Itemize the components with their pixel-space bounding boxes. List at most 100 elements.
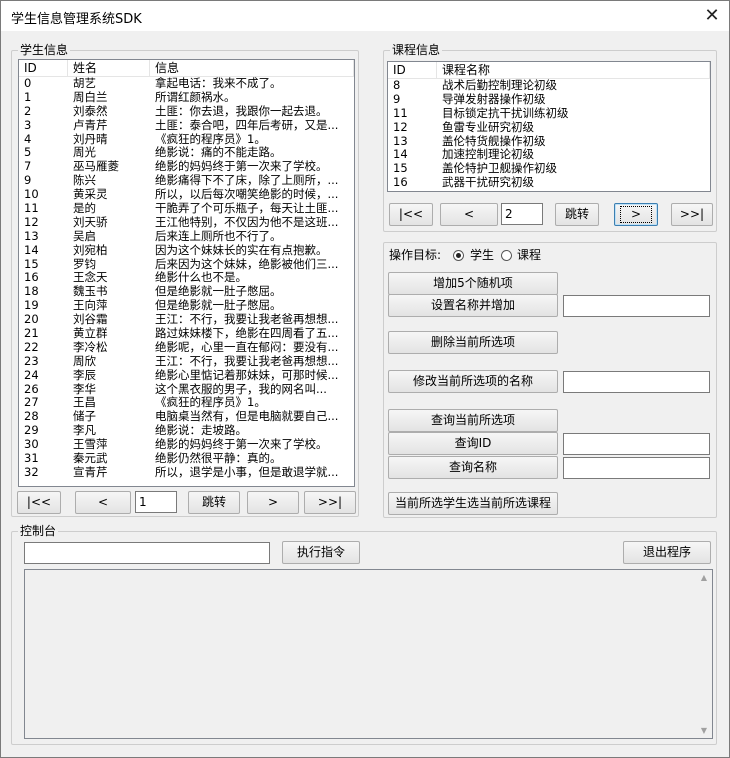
course-row[interactable]: 15 盖伦特护卫舰操作初级 xyxy=(388,162,710,176)
add-random-button[interactable]: 增加5个随机项 xyxy=(388,272,558,295)
query-name-input[interactable] xyxy=(563,457,710,479)
student-row[interactable]: 20 刘谷霜 王江：不行，我要让我老爸再想想... xyxy=(19,313,354,327)
scroll-up-icon[interactable]: ▲ xyxy=(699,573,709,582)
name-input[interactable] xyxy=(563,295,710,317)
course-page-input[interactable]: 2 xyxy=(501,203,543,225)
course-row[interactable]: 8 战术后勤控制理论初级 xyxy=(388,79,710,93)
course-row[interactable]: 13 盖伦特货舰操作初级 xyxy=(388,135,710,149)
student-jump-button[interactable]: 跳转 xyxy=(188,491,240,514)
student-row[interactable]: 10 黄采灵 所以，以后每次嘲笑绝影的时候，... xyxy=(19,188,354,202)
console-output[interactable]: ▲ ▼ xyxy=(24,569,713,739)
student-prev-button[interactable]: < xyxy=(75,491,131,514)
radio-student-label[interactable]: 学生 xyxy=(470,248,494,262)
student-cell: 23 xyxy=(24,354,39,368)
exit-button[interactable]: 退出程序 xyxy=(623,541,711,564)
student-list[interactable]: ID 姓名 信息 0 胡艺 拿起电话：我来不成了。 1 周白兰 所谓红颜祸水。 2 刘泰然 土匪… xyxy=(18,59,355,487)
student-row[interactable]: 11 是的 干脆弄了个可乐瓶子，每天让土匪... xyxy=(19,202,354,216)
student-cell: 10 xyxy=(24,188,39,202)
query-id-button[interactable]: 查询ID xyxy=(388,432,558,455)
student-row[interactable]: 1 周白兰 所谓红颜祸水。 xyxy=(19,91,354,105)
enroll-button[interactable]: 当前所选学生选当前所选课程 xyxy=(388,492,558,515)
student-cell: 是的 xyxy=(73,202,96,216)
student-cell: 卢青芹 xyxy=(73,118,108,132)
query-id-input[interactable] xyxy=(563,433,710,455)
student-row[interactable]: 5 周光 绝影说：痛的不能走路。 xyxy=(19,146,354,160)
student-cell: 罗钧 xyxy=(73,257,96,271)
student-row[interactable]: 14 刘宛柏 因为这个妹妹长的实在有点抱歉。 xyxy=(19,244,354,258)
rename-selected-button[interactable]: 修改当前所选项的名称 xyxy=(388,370,558,393)
student-row[interactable]: 3 卢青芹 土匪：泰合吧，四年后考研，又是... xyxy=(19,119,354,133)
radio-course[interactable] xyxy=(501,250,512,261)
course-row[interactable]: 12 鱼雷专业研究初级 xyxy=(388,121,710,135)
student-row[interactable]: 12 刘天骄 王江他特别，不仅因为他不是这班... xyxy=(19,216,354,230)
student-cell: 陈兴 xyxy=(73,174,96,188)
close-icon[interactable]: ✕ xyxy=(701,5,723,27)
student-last-button[interactable]: >>| xyxy=(304,491,356,514)
execute-button[interactable]: 执行指令 xyxy=(282,541,360,564)
student-cell: 后来因为这个妹妹，绝影被他们三... xyxy=(155,257,339,271)
student-page-input[interactable]: 1 xyxy=(135,491,177,513)
course-row[interactable]: 11 目标锁定抗干扰训练初级 xyxy=(388,107,710,121)
student-cell: 胡艺 xyxy=(73,77,96,90)
student-row[interactable]: 32 宣青芹 所以，退学是小事，但是敢退学就... xyxy=(19,466,354,480)
column-header-course-name[interactable]: 课程名称 xyxy=(437,62,710,78)
student-row[interactable]: 16 王念天 绝影什么也不是。 xyxy=(19,271,354,285)
scroll-down-icon[interactable]: ▼ xyxy=(699,726,709,735)
column-header-name[interactable]: 姓名 xyxy=(68,60,150,76)
student-row[interactable]: 31 秦元武 绝影仍然很平静：真的。 xyxy=(19,452,354,466)
course-prev-button[interactable]: < xyxy=(440,203,498,226)
student-cell: 所以，以后每次嘲笑绝影的时候，... xyxy=(155,188,339,202)
student-cell: 巫马雁菱 xyxy=(73,160,119,174)
course-jump-button[interactable]: 跳转 xyxy=(555,203,599,226)
radio-course-label[interactable]: 课程 xyxy=(517,248,541,262)
student-row[interactable]: 22 李冷松 绝影呢，心里一直在郁闷：要没有... xyxy=(19,341,354,355)
student-row[interactable]: 7 巫马雁菱 绝影的妈妈终于第一次来了学校。 xyxy=(19,160,354,174)
student-next-button[interactable]: > xyxy=(247,491,299,514)
student-row[interactable]: 19 王向萍 但是绝影就一肚子憋屈。 xyxy=(19,299,354,313)
student-row[interactable]: 29 李凡 绝影说：走坡路。 xyxy=(19,424,354,438)
student-row[interactable]: 26 李华 这个黑衣服的男子，我的网名叫... xyxy=(19,383,354,397)
student-cell: 绝影痛得下不了床，除了上厕所，... xyxy=(155,174,339,188)
course-row[interactable]: 9 导弹发射器操作初级 xyxy=(388,93,710,107)
course-next-button[interactable]: > xyxy=(614,203,658,226)
student-row[interactable]: 0 胡艺 拿起电话：我来不成了。 xyxy=(19,77,354,91)
student-row[interactable]: 30 王雪萍 绝影的妈妈终于第一次来了学校。 xyxy=(19,438,354,452)
student-cell: 《疯狂的程序员》1。 xyxy=(155,396,266,410)
student-row[interactable]: 13 吴启 后来连上厕所也不行了。 xyxy=(19,230,354,244)
student-row[interactable]: 2 刘泰然 土匪：你去退，我跟你一起去退。 xyxy=(19,105,354,119)
student-row[interactable]: 15 罗钧 后来因为这个妹妹，绝影被他们三... xyxy=(19,258,354,272)
student-cell: 2 xyxy=(24,104,32,118)
radio-student[interactable] xyxy=(453,250,464,261)
student-cell: 刘谷霜 xyxy=(73,313,108,327)
column-header-info[interactable]: 信息 xyxy=(150,60,354,76)
student-row[interactable]: 28 储子 电脑桌当然有，但是电脑就要自己... xyxy=(19,410,354,424)
student-cell: 黄立群 xyxy=(73,327,108,341)
column-header-course-id[interactable]: ID xyxy=(388,62,437,78)
student-first-button[interactable]: |<< xyxy=(17,491,61,514)
course-list[interactable]: ID 课程名称 8 战术后勤控制理论初级 9 导弹发射器操作初级 11 目标锁定抗干扰训练… xyxy=(387,61,711,192)
rename-input[interactable] xyxy=(563,371,710,393)
student-cell: 魏玉书 xyxy=(73,285,108,299)
student-row[interactable]: 9 陈兴 绝影痛得下不了床，除了上厕所，... xyxy=(19,174,354,188)
command-input[interactable] xyxy=(24,542,270,564)
course-cell: 14 xyxy=(393,148,408,162)
student-cell: 但是绝影就一肚子憋屈。 xyxy=(155,299,282,313)
student-row[interactable]: 24 李辰 绝影心里惦记着那妹妹，可那时候... xyxy=(19,369,354,383)
student-row[interactable]: 21 黄立群 路过妹妹楼下，绝影在四周看了五... xyxy=(19,327,354,341)
student-row[interactable]: 4 刘丹晴 《疯狂的程序员》1。 xyxy=(19,133,354,147)
course-cell: 鱼雷专业研究初级 xyxy=(442,120,534,134)
course-last-button[interactable]: >>| xyxy=(671,203,713,226)
student-row[interactable]: 23 周欣 王江：不行，我要让我老爸再想想... xyxy=(19,355,354,369)
course-cell: 导弹发射器操作初级 xyxy=(442,92,546,106)
student-row[interactable]: 18 魏玉书 但是绝影就一肚子憋屈。 xyxy=(19,285,354,299)
delete-selected-button[interactable]: 删除当前所选项 xyxy=(388,331,558,354)
query-name-button[interactable]: 查询名称 xyxy=(388,456,558,479)
query-selected-button[interactable]: 查询当前所选项 xyxy=(388,409,558,432)
student-row[interactable]: 27 王昌 《疯狂的程序员》1。 xyxy=(19,396,354,410)
course-first-button[interactable]: |<< xyxy=(389,203,433,226)
set-name-add-button[interactable]: 设置名称并增加 xyxy=(388,294,558,317)
course-row[interactable]: 14 加速控制理论初级 xyxy=(388,148,710,162)
course-row[interactable]: 16 武器干扰研究初级 xyxy=(388,176,710,190)
column-header-id[interactable]: ID xyxy=(19,60,68,76)
student-cell: 刘丹晴 xyxy=(73,132,108,146)
